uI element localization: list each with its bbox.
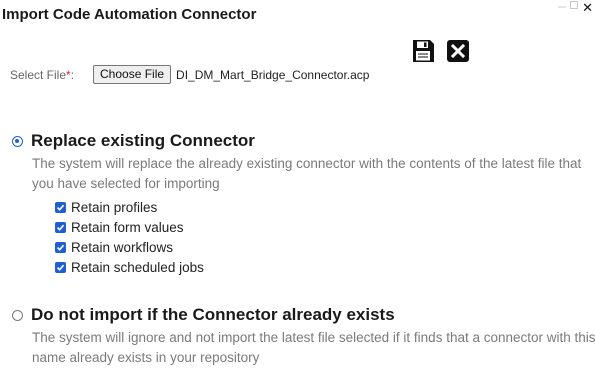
retain-profiles-row[interactable]: Retain profiles	[55, 197, 204, 217]
skip-option-title[interactable]: Do not import if the Connector already e…	[31, 305, 395, 325]
import-connector-dialog: Import Code Automation Connector ✕ Selec…	[0, 0, 595, 373]
maximize-icon[interactable]	[570, 0, 579, 12]
retain-options-list: Retain profiles Retain form values Retai…	[55, 197, 204, 277]
select-file-label: Select File*:	[10, 67, 75, 82]
file-select-row: Select File*: Choose File DI_DM_Mart_Bri…	[10, 65, 369, 84]
option-replace: Replace existing Connector The system wi…	[12, 131, 595, 194]
checkmark-icon	[56, 264, 65, 271]
retain-profiles-checkbox[interactable]	[55, 201, 66, 213]
window-controls: ✕	[558, 0, 593, 14]
dialog-actions	[411, 39, 470, 63]
checkmark-icon	[56, 204, 65, 211]
retain-workflows-label[interactable]: Retain workflows	[71, 240, 173, 255]
retain-profiles-label[interactable]: Retain profiles	[71, 200, 157, 215]
replace-option-title[interactable]: Replace existing Connector	[31, 131, 255, 151]
retain-scheduled-jobs-checkbox[interactable]	[55, 261, 66, 273]
retain-scheduled-jobs-row[interactable]: Retain scheduled jobs	[55, 257, 204, 277]
floppy-disk-icon	[413, 40, 434, 62]
checkmark-icon	[56, 224, 65, 231]
save-button[interactable]	[411, 39, 435, 63]
replace-option-description: The system will replace the already exis…	[32, 156, 582, 191]
selected-file-name: DI_DM_Mart_Bridge_Connector.acp	[176, 67, 370, 82]
close-box-icon	[447, 40, 469, 62]
replace-radio[interactable]	[12, 135, 23, 147]
window-close-icon[interactable]: ✕	[582, 1, 593, 14]
retain-scheduled-jobs-label[interactable]: Retain scheduled jobs	[71, 260, 204, 275]
retain-form-values-row[interactable]: Retain form values	[55, 217, 204, 237]
option-skip: Do not import if the Connector already e…	[12, 305, 595, 368]
retain-workflows-checkbox[interactable]	[55, 241, 66, 253]
option-skip-header: Do not import if the Connector already e…	[12, 305, 595, 325]
cancel-button[interactable]	[446, 39, 470, 63]
dialog-title: Import Code Automation Connector	[2, 6, 257, 23]
retain-workflows-row[interactable]: Retain workflows	[55, 237, 204, 257]
skip-option-description: The system will ignore and not import th…	[32, 330, 595, 365]
checkmark-icon	[56, 244, 65, 251]
retain-form-values-checkbox[interactable]	[55, 221, 66, 233]
choose-file-button[interactable]: Choose File	[93, 65, 172, 84]
option-replace-header: Replace existing Connector	[12, 131, 595, 151]
retain-form-values-label[interactable]: Retain form values	[71, 220, 184, 235]
skip-radio[interactable]	[12, 309, 23, 321]
minimize-icon[interactable]	[558, 0, 567, 12]
